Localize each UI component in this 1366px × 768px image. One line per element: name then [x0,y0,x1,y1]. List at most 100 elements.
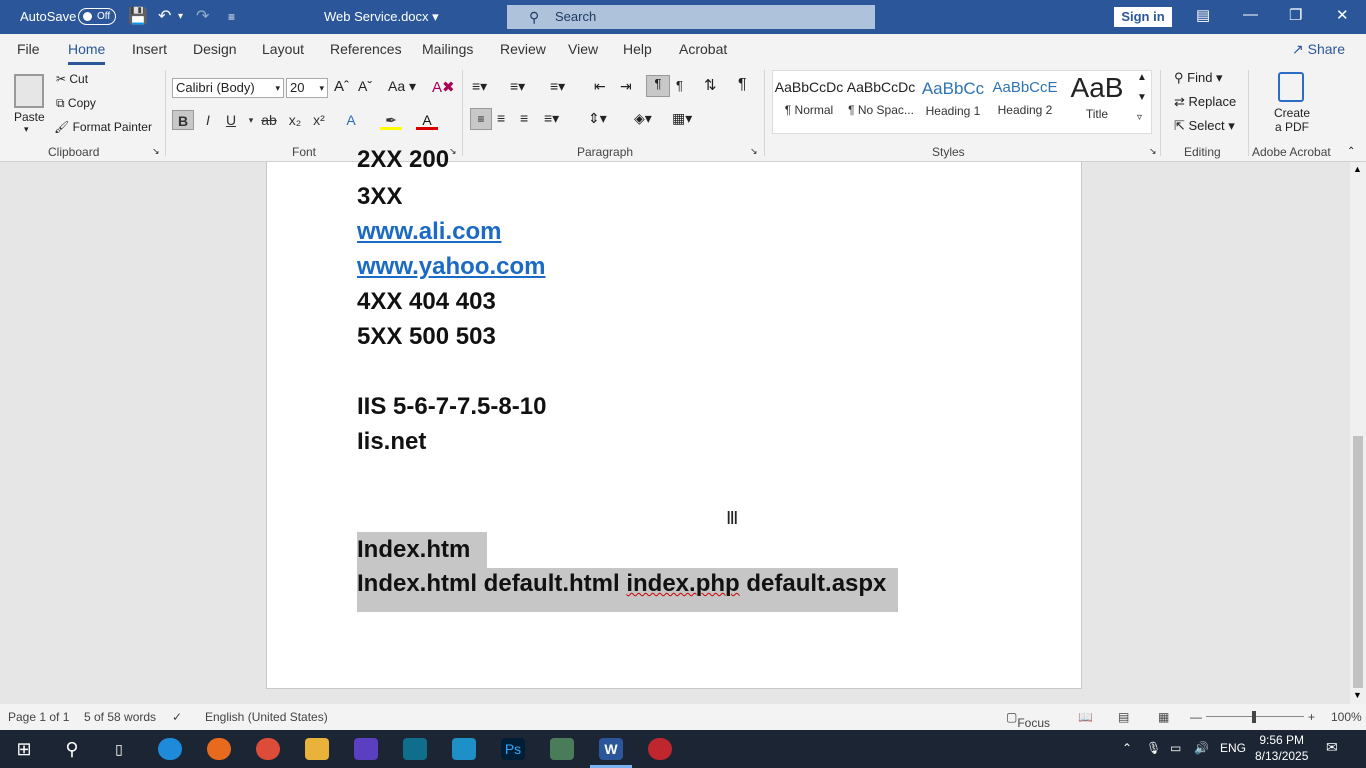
align-right-icon[interactable]: ≡ [520,110,528,126]
undo-icon[interactable]: ↶ [158,6,171,26]
decrease-indent-icon[interactable]: ⇤ [594,78,606,95]
microphone-icon[interactable]: 🎙 [1146,741,1161,755]
scroll-up-icon[interactable]: ▲ [1353,164,1362,174]
tab-insert[interactable]: Insert [132,41,167,57]
doc-line[interactable]: 2XX 200 [357,146,449,174]
shading-icon[interactable]: ◈▾ [634,110,652,127]
find-button[interactable]: ⚲ Find ▾ [1174,70,1223,86]
paragraph-launcher-icon[interactable]: ↘ [750,146,758,157]
doc-line[interactable]: 4XX 404 403 [357,288,496,316]
tab-layout[interactable]: Layout [262,41,304,57]
format-painter-button[interactable]: 🖌 Format Painter [54,120,152,134]
taskbar-clock[interactable]: 9:56 PM 8/13/2025 [1255,732,1308,764]
input-language[interactable]: ENG [1220,741,1246,755]
focus-mode-button[interactable]: ▢ Focus [1006,710,1050,730]
undo-dropdown-icon[interactable]: ▾ [178,11,183,22]
doc-link[interactable]: www.yahoo.com [357,253,545,281]
clipboard-launcher-icon[interactable]: ↘ [152,146,160,157]
highlight-icon[interactable]: ✒ [380,110,402,130]
minimize-icon[interactable]: — [1243,6,1258,23]
select-button[interactable]: ⇱ Select ▾ [1174,118,1235,134]
increase-indent-icon[interactable]: ⇥ [620,78,632,95]
doc-link[interactable]: www.ali.com [357,218,501,246]
doc-line-selected[interactable]: Index.htm [357,532,487,568]
tray-overflow-icon[interactable]: ⌃ [1122,741,1132,755]
styles-scroll-down-icon[interactable]: ▼ [1137,92,1147,103]
tab-review[interactable]: Review [500,41,546,57]
italic-button[interactable]: I [197,110,219,130]
doc-line[interactable]: Iis.net [357,428,426,456]
save-icon[interactable]: 💾 [128,6,148,26]
doc-line[interactable]: 3XX [357,183,402,211]
create-pdf-icon[interactable] [1278,72,1304,102]
read-mode-icon[interactable]: 📖 [1078,710,1093,724]
bullets-icon[interactable]: ≡▾ [472,78,487,95]
doc-line[interactable]: 5XX 500 503 [357,323,496,351]
multilevel-list-icon[interactable]: ≡▾ [550,78,565,95]
tab-home[interactable]: Home [68,41,106,65]
document-page[interactable]: 2XX 200 3XX www.ali.com www.yahoo.com 4X… [266,146,1082,689]
copy-button[interactable]: ⧉ Copy [56,96,96,111]
tab-help[interactable]: Help [623,41,652,57]
taskbar-search-icon[interactable]: ⚲ [60,738,84,760]
proofing-icon[interactable]: ✓ [172,710,182,724]
collapse-ribbon-icon[interactable]: ⌃ [1347,146,1355,157]
edge-icon[interactable] [158,738,182,760]
replace-button[interactable]: ⇄ Replace [1174,94,1236,110]
clear-formatting-icon[interactable]: A✖ [432,78,455,96]
zoom-in-icon[interactable]: + [1308,710,1315,724]
sort-icon[interactable]: ⇅ [704,76,717,94]
network-icon[interactable]: ▭ [1170,741,1181,755]
font-size-select[interactable]: 20 ▾ [286,78,328,98]
strikethrough-button[interactable]: ab [258,110,280,130]
styles-scroll-up-icon[interactable]: ▲ [1137,72,1147,83]
start-icon[interactable]: ⊞ [12,738,36,760]
superscript-button[interactable]: x² [308,110,330,130]
tab-design[interactable]: Design [193,41,237,57]
maximize-icon[interactable]: ❐ [1289,6,1302,24]
zoom-slider-thumb[interactable] [1252,711,1256,723]
zoom-level[interactable]: 100% [1331,710,1362,724]
shrink-font-icon[interactable]: Aˇ [358,78,372,94]
show-formatting-icon[interactable]: ¶ [738,76,747,94]
bold-button[interactable]: B [172,110,194,130]
app-icon[interactable] [550,738,574,760]
paste-dropdown-icon[interactable]: ▾ [24,124,29,135]
cut-button[interactable]: ✂ Cut [56,72,88,86]
doc-line-selected[interactable]: Index.html default.html index.php defaul… [357,568,898,612]
tab-file[interactable]: File [17,41,40,57]
zoom-out-icon[interactable]: — [1190,710,1202,724]
word-count[interactable]: 5 of 58 words [84,710,156,724]
styles-more-icon[interactable]: ▿ [1137,112,1142,123]
style-heading-2[interactable]: AaBbCcE Heading 2 [989,79,1061,117]
style-no-spacing[interactable]: AaBbCcDc ¶ No Spac... [845,79,917,117]
justify-icon[interactable]: ≡▾ [544,110,559,127]
text-effects-icon[interactable]: A [340,110,362,130]
tab-acrobat[interactable]: Acrobat [679,41,727,57]
web-layout-icon[interactable]: ▦ [1158,710,1169,724]
subscript-button[interactable]: x₂ [284,110,306,130]
paste-icon[interactable] [14,74,44,108]
styles-launcher-icon[interactable]: ↘ [1149,146,1157,157]
align-center-icon[interactable]: ≡ [497,110,505,126]
document-title[interactable]: Web Service.docx ▾ [324,9,439,25]
file-explorer-icon[interactable] [305,738,329,760]
chrome-icon[interactable] [256,738,280,760]
font-name-select[interactable]: Calibri (Body) ▾ [172,78,284,98]
style-title[interactable]: AaB Title [1061,73,1133,121]
paste-button[interactable]: Paste [14,110,45,124]
firefox-icon[interactable] [207,738,231,760]
volume-icon[interactable]: 🔊 [1194,741,1209,755]
font-color-icon[interactable]: A [416,110,438,130]
tab-view[interactable]: View [568,41,598,57]
align-left-icon[interactable]: ≡ [470,108,492,130]
notifications-icon[interactable]: ✉ [1326,739,1338,756]
tab-references[interactable]: References [330,41,402,57]
page-count[interactable]: Page 1 of 1 [8,710,69,724]
autosave-toggle[interactable]: Off [78,8,116,25]
scroll-thumb[interactable] [1353,436,1363,688]
doc-line[interactable]: IIS 5-6-7-7.5-8-10 [357,393,546,421]
create-pdf-button[interactable]: Create a PDF [1272,106,1312,134]
virtualbox-icon[interactable] [452,738,476,760]
search-input[interactable]: ⚲ Search [507,5,875,29]
